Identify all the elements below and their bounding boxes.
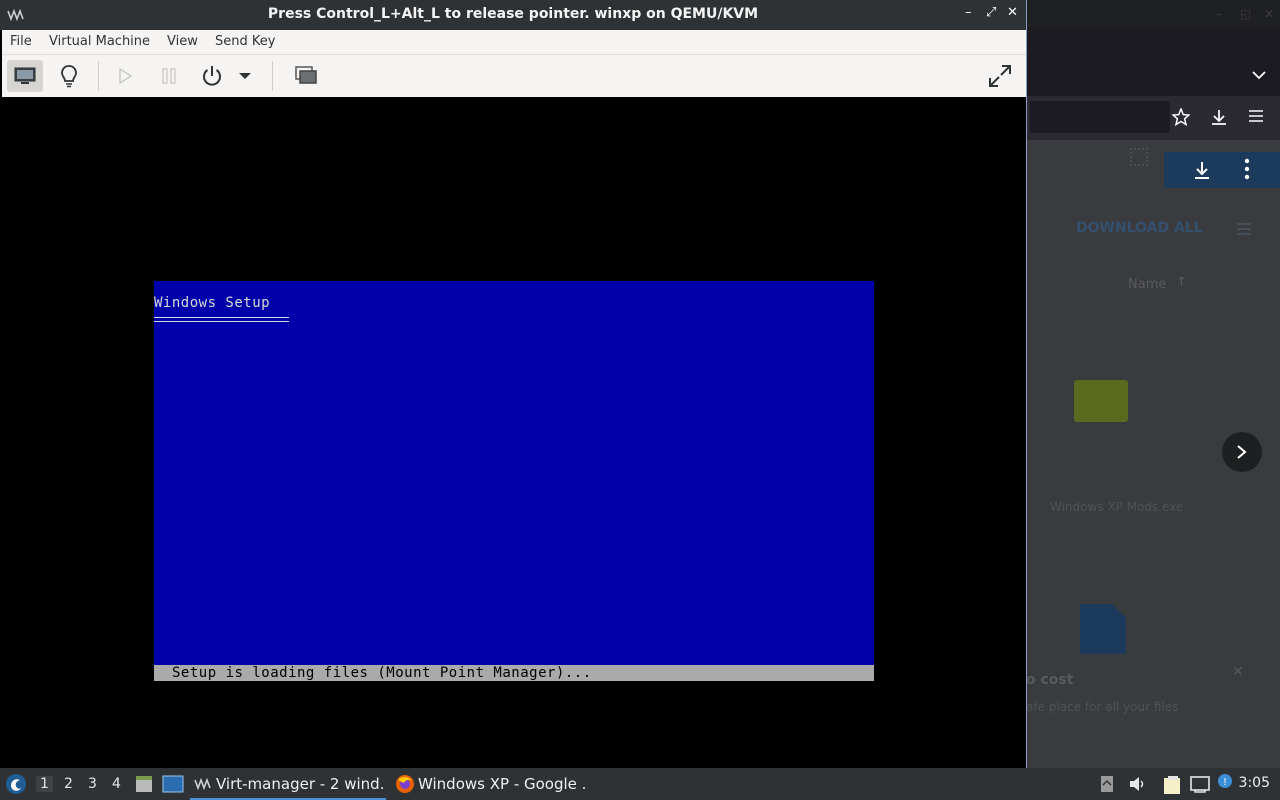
browser-page: DOWNLOAD ALL Name ↑ Windows XP Mods.exe … <box>1026 140 1280 768</box>
setup-status-bar: Setup is loading files (Mount Point Mana… <box>154 665 874 681</box>
menu-icon[interactable] <box>1248 108 1264 124</box>
apps-grid-icon[interactable] <box>1130 148 1148 166</box>
notification-icon[interactable]: ! <box>1216 773 1234 791</box>
download-all-link[interactable]: DOWNLOAD ALL <box>1076 220 1203 236</box>
maximize-icon[interactable]: ⤢ <box>986 5 996 20</box>
url-bar[interactable] <box>1030 101 1170 133</box>
workspace-4[interactable]: 4 <box>112 776 121 792</box>
browser-titlebar: – ◱ ✕ <box>1026 0 1280 28</box>
snapshots-button[interactable] <box>288 60 324 92</box>
fullscreen-icon <box>989 65 1011 87</box>
task-google-chrome-windows-xp[interactable]: Windows XP - Google ... <box>392 768 588 800</box>
menu-file[interactable]: File <box>10 34 32 49</box>
pause-icon <box>162 68 176 84</box>
task-label: Virt-manager - 2 wind... <box>216 775 386 793</box>
pause-button[interactable] <box>151 60 187 92</box>
notes-icon[interactable] <box>1162 775 1184 795</box>
promo-close-icon[interactable]: ✕ <box>1232 664 1244 680</box>
volume-icon[interactable] <box>1128 775 1146 793</box>
bookmark-star-icon[interactable] <box>1172 108 1190 126</box>
shutdown-button[interactable] <box>194 60 230 92</box>
next-arrow-button[interactable] <box>1222 432 1262 472</box>
task-label: Windows XP - Google ... <box>418 775 588 793</box>
svg-text:!: ! <box>1223 777 1227 788</box>
task-virt-manager[interactable]: Virt-manager - 2 wind... <box>190 768 386 800</box>
background-browser-window: – ◱ ✕ DOWNLOAD ALL Name ↑ Windows XP Mod… <box>1026 0 1280 768</box>
workspace-2[interactable]: 2 <box>64 776 73 792</box>
window-title: Press Control_L+Alt_L to release pointer… <box>267 6 759 22</box>
document-icon <box>1080 604 1126 654</box>
toolbar-separator <box>272 61 273 91</box>
download-icon <box>1195 162 1209 179</box>
toolbar-separator <box>98 61 99 91</box>
menu-virtual-machine[interactable]: Virtual Machine <box>49 34 150 49</box>
clock[interactable]: 3:05 <box>1239 775 1270 791</box>
vm-console-display[interactable]: Windows Setup Setup is loading files (Mo… <box>2 97 1026 768</box>
dropdown-arrow-icon <box>239 73 251 79</box>
workspace-1[interactable]: 1 <box>36 776 53 792</box>
run-button[interactable] <box>107 60 143 92</box>
close-icon[interactable]: ✕ <box>1007 5 1018 20</box>
browser-toolbar <box>1026 96 1280 140</box>
maximize-icon[interactable]: ◱ <box>1240 7 1251 21</box>
setup-title: Windows Setup <box>154 295 271 311</box>
details-view-button[interactable] <box>51 60 87 92</box>
power-icon <box>203 66 221 86</box>
fullscreen-button[interactable] <box>982 60 1018 92</box>
console-view-button[interactable] <box>7 60 43 92</box>
start-menu-icon[interactable] <box>5 773 27 795</box>
download-button[interactable] <box>1164 152 1280 188</box>
minimize-icon[interactable]: – <box>965 5 972 20</box>
show-desktop-icon[interactable] <box>162 774 184 794</box>
promo-title: o cost <box>1026 672 1074 688</box>
virt-manager-icon <box>194 778 211 790</box>
promo-text: afe place for all your files <box>1026 700 1179 714</box>
play-icon <box>119 68 132 84</box>
vm-titlebar[interactable]: Press Control_L+Alt_L to release pointer… <box>0 0 1026 30</box>
vm-window: Press Control_L+Alt_L to release pointer… <box>0 0 1027 768</box>
file-name[interactable]: Windows XP Mods.exe <box>1050 500 1183 514</box>
minimize-icon[interactable]: – <box>1216 7 1222 21</box>
close-icon[interactable]: ✕ <box>1264 7 1274 21</box>
setup-title-underline <box>154 317 289 322</box>
downloads-icon[interactable] <box>1210 108 1228 126</box>
workspace-3[interactable]: 3 <box>88 776 97 792</box>
file-manager-icon[interactable] <box>134 774 154 794</box>
file-thumbnail[interactable] <box>1074 380 1128 422</box>
menu-view[interactable]: View <box>167 34 198 49</box>
name-column-header[interactable]: Name <box>1128 277 1166 292</box>
menubar: File Virtual Machine View Send Key <box>2 30 1026 55</box>
menu-send-key[interactable]: Send Key <box>215 34 275 49</box>
list-view-icon[interactable] <box>1236 222 1252 236</box>
sort-arrow-icon: ↑ <box>1176 275 1187 290</box>
network-icon[interactable] <box>1190 775 1210 793</box>
firefox-icon <box>396 775 414 793</box>
snapshots-icon <box>295 66 317 84</box>
toolbar <box>2 55 1026 98</box>
lightbulb-icon <box>61 65 77 88</box>
clipboard-icon[interactable] <box>1100 775 1114 793</box>
tab-list-chevron-icon[interactable] <box>1252 70 1266 80</box>
more-options-icon[interactable] <box>1244 158 1250 180</box>
windows-setup-screen: Windows Setup Setup is loading files (Mo… <box>154 281 874 681</box>
shutdown-menu-button[interactable] <box>234 60 256 92</box>
monitor-icon <box>14 67 36 84</box>
browser-tabstrip <box>1026 28 1280 96</box>
chevron-right-icon <box>1237 445 1247 459</box>
taskbar: 1 2 3 4 Virt-manager - 2 wind... Windows… <box>0 768 1280 800</box>
